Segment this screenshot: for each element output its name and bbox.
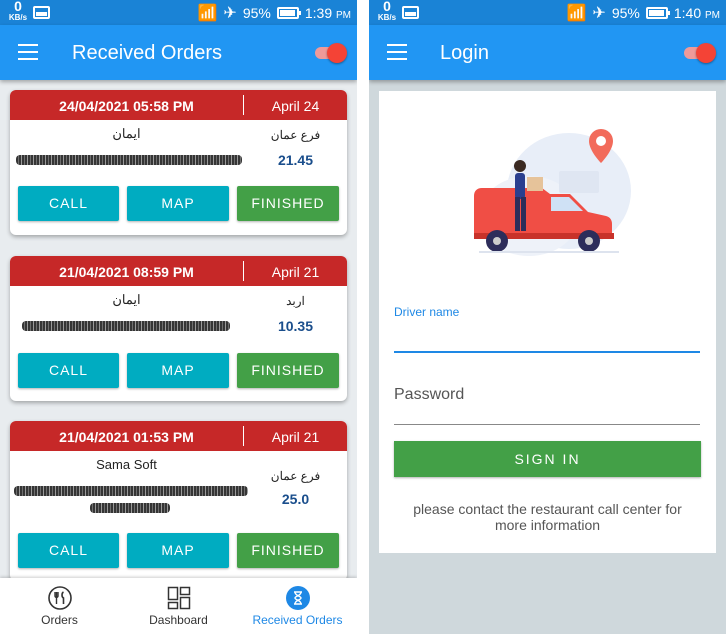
contact-message: please contact the restaurant call cente… (413, 501, 682, 533)
hourglass-icon (285, 586, 310, 610)
clock: 1:40 PM (673, 5, 720, 21)
order-amount: 21.45 (277, 152, 314, 168)
clock: 1:39 PM (304, 5, 351, 21)
menu-icon[interactable] (18, 44, 38, 60)
app-bar: Login (369, 25, 726, 80)
nav-dashboard[interactable]: Dashboard (119, 578, 238, 634)
login-form: Driver name Password SIGN IN please cont… (379, 91, 716, 553)
nav-received-orders[interactable]: Received Orders (238, 578, 357, 634)
redacted-address (90, 503, 170, 513)
airplane-icon: ✈ (223, 5, 237, 22)
finished-button[interactable]: FINISHED (237, 353, 339, 388)
finished-button[interactable]: FINISHED (237, 533, 339, 568)
order-amount: 25.0 (281, 491, 310, 507)
call-button[interactable]: CALL (18, 353, 119, 388)
received-orders-screen: 0 KB/s 📶 ✈ 95% 1:39 PM Received Orders 2… (0, 0, 357, 634)
battery-icon (645, 7, 670, 19)
map-button[interactable]: MAP (127, 186, 229, 221)
branch-name: فرع عمان (270, 128, 321, 142)
redacted-address (22, 321, 230, 331)
customer-name: Sama Soft (96, 457, 157, 472)
gallery-icon (33, 6, 50, 19)
branch-name: اربد (286, 294, 305, 308)
gallery-icon (402, 6, 419, 19)
network-speed: 0 KB/s (8, 0, 28, 22)
order-datetime: 21/04/2021 01:53 PM (59, 429, 194, 445)
order-day: April 24 (271, 98, 320, 114)
bottom-navigation: Orders Dashboard Received Orders (0, 578, 357, 634)
airplane-icon: ✈ (592, 5, 606, 22)
order-card-header: 21/04/2021 08:59 PM April 21 (10, 256, 347, 286)
status-bar: 0 KB/s 📶 ✈ 95% 1:40 PM (369, 0, 726, 25)
customer-name: ايمان (112, 126, 141, 141)
map-button[interactable]: MAP (127, 533, 229, 568)
availability-toggle[interactable] (682, 43, 716, 63)
network-speed: 0 KB/s (377, 0, 397, 22)
wifi-icon: 📶 (197, 5, 218, 22)
availability-toggle[interactable] (313, 43, 347, 63)
order-amount: 10.35 (277, 318, 314, 334)
dashboard-icon (167, 586, 190, 610)
finished-button[interactable]: FINISHED (237, 186, 339, 221)
order-card-header: 24/04/2021 05:58 PM April 24 (10, 90, 347, 120)
app-bar: Received Orders (0, 25, 357, 80)
nav-label: Received Orders (252, 613, 343, 627)
page-title: Received Orders (72, 42, 223, 64)
call-button[interactable]: CALL (18, 533, 119, 568)
driver-name-label: Driver name (394, 305, 460, 319)
nav-label: Orders (41, 613, 78, 627)
redacted-address (16, 155, 242, 165)
order-card: 24/04/2021 05:58 PM April 24 ايمان فرع ع… (10, 90, 347, 235)
redacted-address (14, 486, 248, 496)
wifi-icon: 📶 (566, 5, 587, 22)
status-bar: 0 KB/s 📶 ✈ 95% 1:39 PM (0, 0, 357, 25)
order-card-header: 21/04/2021 01:53 PM April 21 (10, 421, 347, 451)
page-title: Login (440, 42, 489, 64)
battery-icon (276, 7, 301, 19)
driver-name-field[interactable]: Driver name (394, 305, 700, 355)
password-field[interactable]: Password (394, 386, 700, 426)
order-day: April 21 (271, 429, 320, 445)
order-card: 21/04/2021 08:59 PM April 21 ايمان اربد … (10, 256, 347, 401)
login-screen: 0 KB/s 📶 ✈ 95% 1:40 PM Login Driver name… (369, 0, 726, 634)
cutlery-icon (47, 586, 72, 610)
delivery-van-illustration (474, 129, 631, 256)
customer-name: ايمان (112, 292, 141, 307)
nav-label: Dashboard (149, 613, 208, 627)
map-button[interactable]: MAP (127, 353, 229, 388)
branch-name: فرع عمان (270, 469, 321, 483)
order-card: 21/04/2021 01:53 PM April 21 Sama Soft ف… (10, 421, 347, 581)
order-datetime: 24/04/2021 05:58 PM (59, 98, 194, 114)
nav-orders[interactable]: Orders (0, 578, 119, 634)
order-datetime: 21/04/2021 08:59 PM (59, 264, 194, 280)
menu-icon[interactable] (387, 44, 407, 60)
sign-in-button[interactable]: SIGN IN (394, 441, 701, 477)
password-placeholder: Password (394, 386, 465, 403)
battery-percent: 95% (242, 5, 271, 21)
battery-percent: 95% (611, 5, 640, 21)
order-day: April 21 (271, 264, 320, 280)
call-button[interactable]: CALL (18, 186, 119, 221)
